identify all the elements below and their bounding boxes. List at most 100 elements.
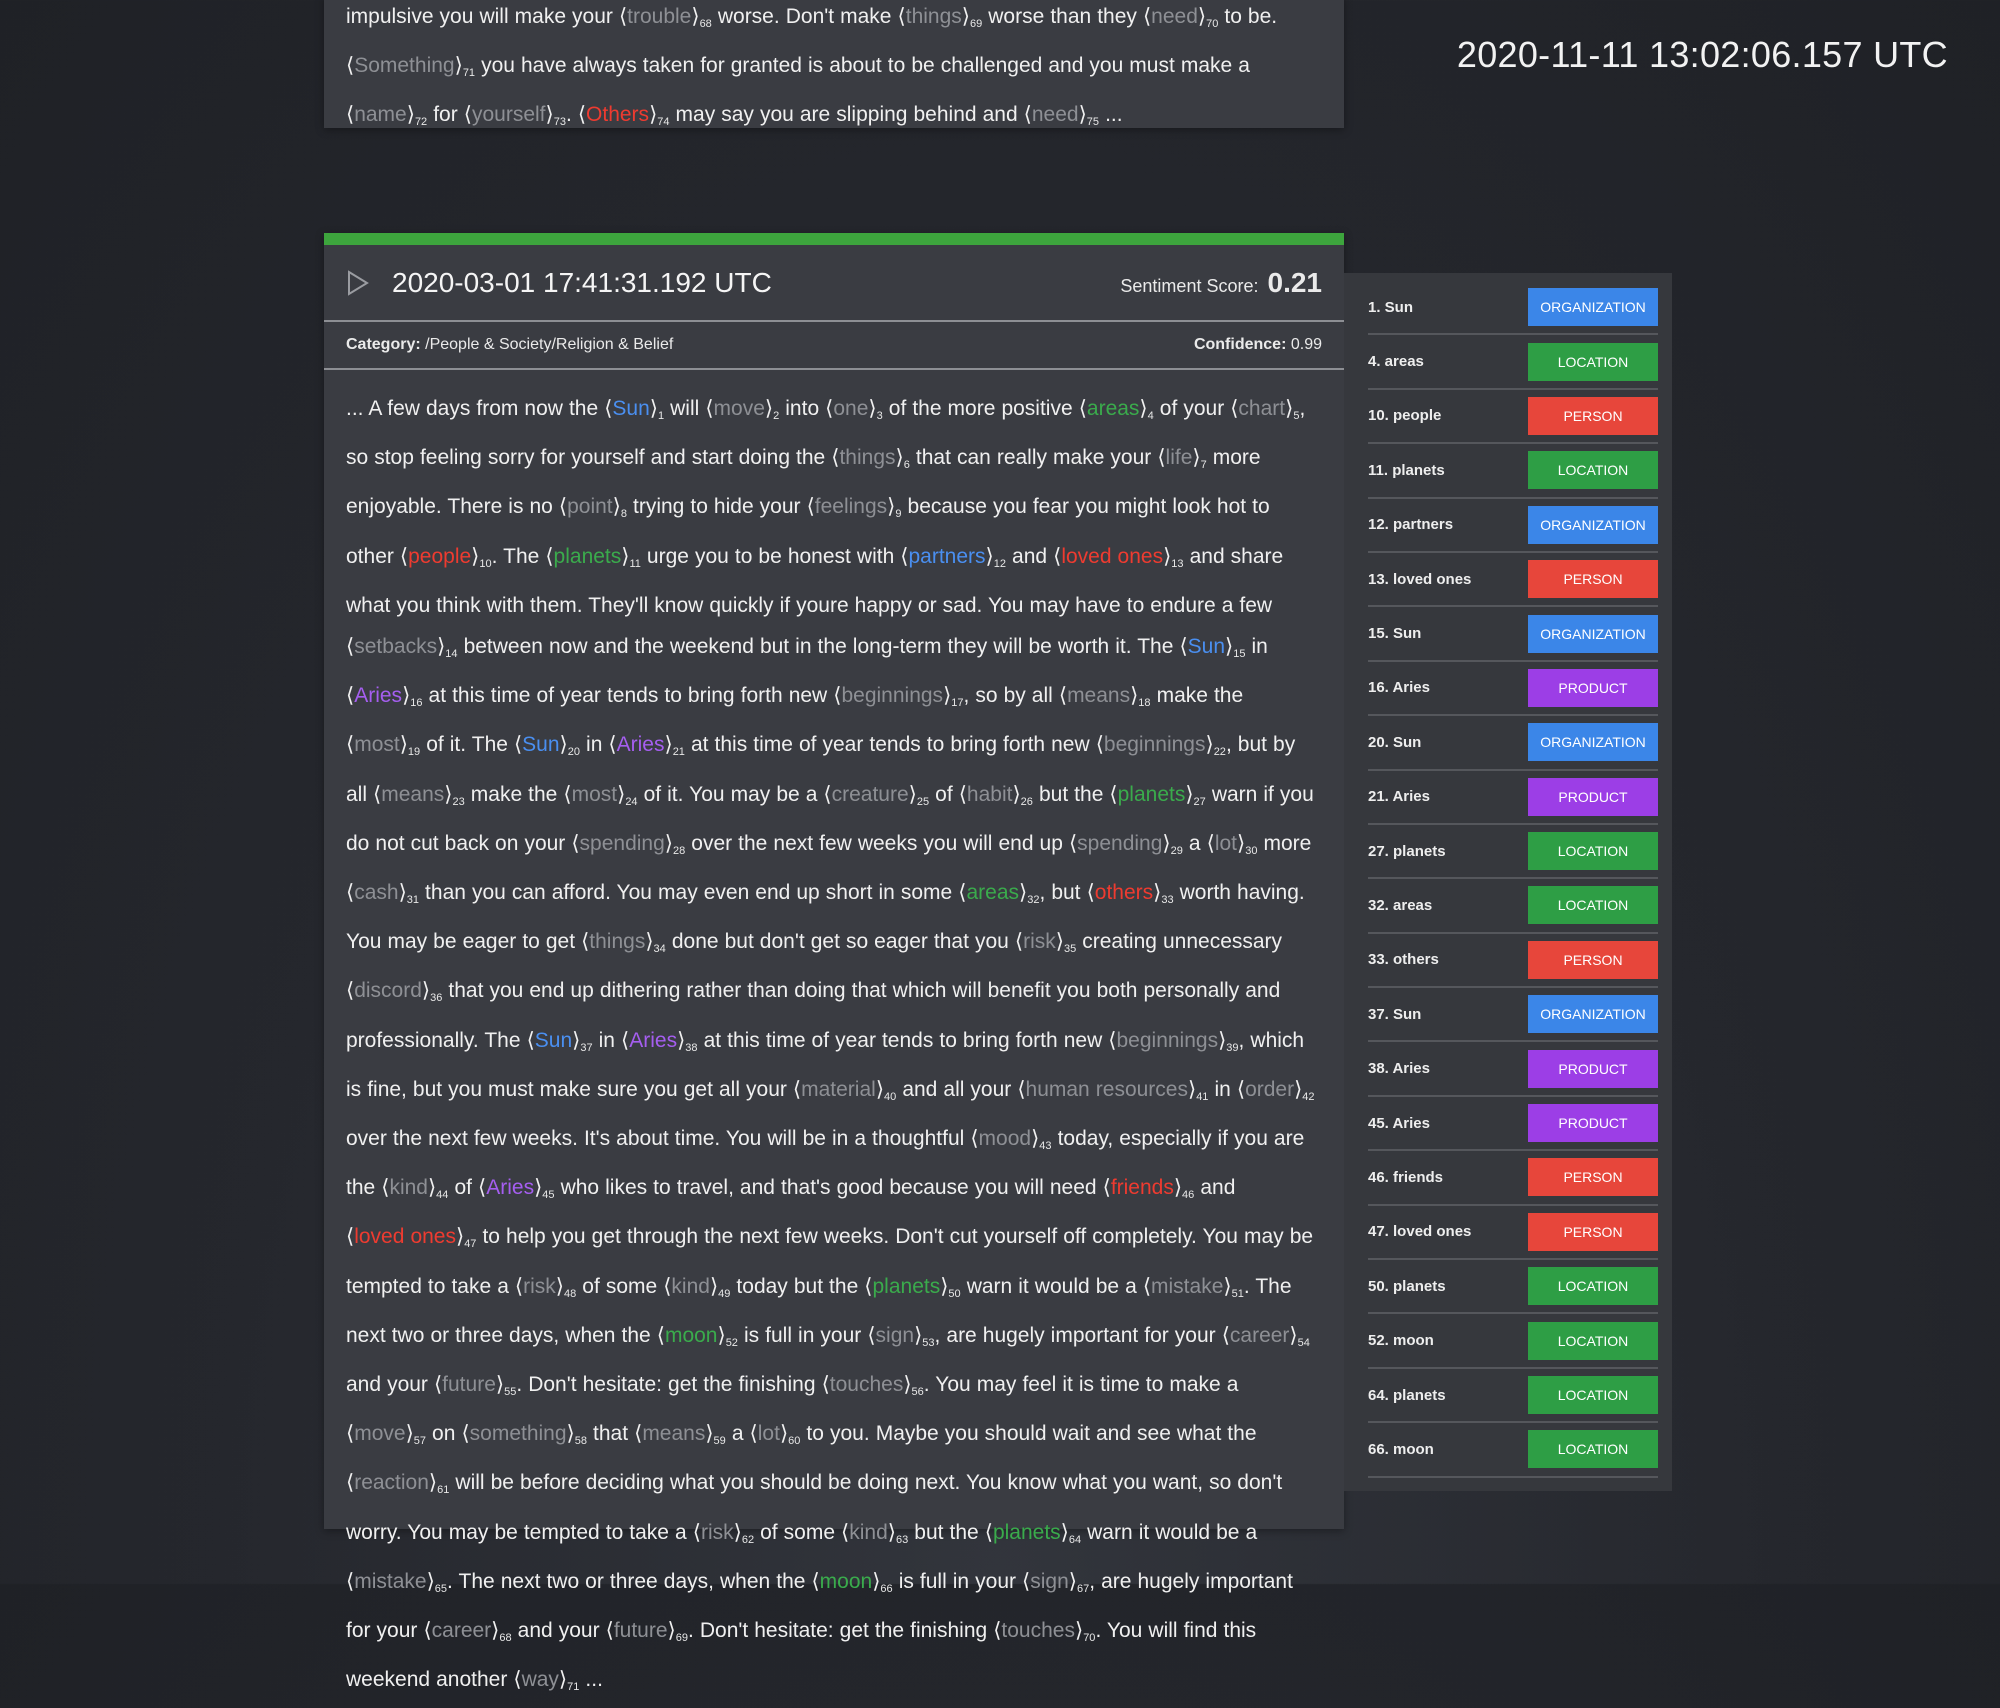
- entity-word: move: [713, 397, 765, 420]
- text-fragment: impulsive you will make your: [346, 5, 619, 28]
- entity-word: lot: [1214, 831, 1237, 855]
- entity-mention: ⟨loved ones⟩13: [1053, 544, 1184, 570]
- entity-word: kind: [389, 1176, 428, 1200]
- entity-type-badge: ORGANIZATION: [1528, 614, 1658, 653]
- entity-mention: ⟨means⟩23: [373, 782, 465, 808]
- entity-index: 75: [1086, 116, 1100, 129]
- entity-type-badge: PRODUCT: [1528, 1104, 1658, 1143]
- entity-index: 43: [1039, 1140, 1052, 1153]
- entity-index: 71: [567, 1681, 580, 1694]
- entity-row[interactable]: 64. planets LOCATION: [1368, 1369, 1658, 1424]
- entity-word: risk: [700, 1520, 734, 1544]
- entity-index: 64: [1068, 1533, 1082, 1546]
- text-fragment: more: [1257, 831, 1312, 855]
- entity-word: need: [1151, 5, 1198, 28]
- entity-row[interactable]: 20. Sun ORGANIZATION: [1368, 716, 1658, 771]
- entity-row[interactable]: 13. loved ones PERSON: [1368, 553, 1658, 608]
- entity-row[interactable]: 52. moon LOCATION: [1368, 1314, 1658, 1369]
- entity-index: 68: [499, 1632, 512, 1645]
- entity-index: 25: [916, 795, 930, 808]
- confidence: Confidence: 0.99: [1194, 336, 1322, 354]
- text-fragment: is full in your: [737, 1323, 868, 1347]
- entity-index: 58: [574, 1435, 587, 1448]
- entity-word: Aries: [616, 733, 665, 757]
- entity-row[interactable]: 21. Aries PRODUCT: [1368, 771, 1658, 825]
- entity-index: 35: [1063, 943, 1077, 956]
- entry-text: ... A few days from now the ⟨Sun⟩1 will …: [324, 370, 1344, 1708]
- entity-mention: ⟨beginnings⟩17: [833, 684, 964, 710]
- entity-row[interactable]: 10. people PERSON: [1368, 390, 1658, 445]
- entity-label: 38. Aries: [1368, 1060, 1430, 1078]
- entity-label: 12. partners: [1368, 516, 1454, 534]
- entity-index: 18: [1138, 697, 1151, 710]
- entity-list: 1. Sun ORGANIZATION 4. areas LOCATION 10. pe…: [1344, 273, 1672, 1491]
- text-fragment: ...: [579, 1668, 603, 1692]
- entity-row[interactable]: 45. Aries PRODUCT: [1368, 1097, 1658, 1152]
- entity-mention: ⟨most⟩19: [346, 733, 421, 759]
- entity-mention: ⟨things⟩34: [581, 930, 666, 956]
- entity-word: touches: [829, 1373, 904, 1397]
- entity-mention: ⟨setbacks⟩14: [346, 635, 458, 661]
- text-fragment: . Don't hesitate: get the finishing: [687, 1619, 994, 1643]
- entity-index: 39: [1226, 1041, 1239, 1054]
- entity-mention: ⟨move⟩2: [705, 397, 780, 422]
- entity-mention: ⟨others⟩33: [1086, 881, 1174, 907]
- entity-word: loved ones: [354, 1225, 456, 1249]
- entity-type-badge: PRODUCT: [1528, 668, 1658, 707]
- entity-mention: ⟨Sun⟩37: [526, 1028, 593, 1054]
- text-fragment: warn it would be a: [1081, 1520, 1258, 1544]
- entity-row[interactable]: 16. Aries PRODUCT: [1368, 662, 1658, 717]
- entity-word: life: [1165, 446, 1193, 470]
- entity-row[interactable]: 33. others PERSON: [1368, 934, 1658, 989]
- entity-index: 21: [672, 746, 685, 759]
- entity-label: 4. areas: [1368, 353, 1424, 371]
- entity-row[interactable]: 47. loved ones PERSON: [1368, 1206, 1658, 1261]
- entity-word: kind: [671, 1274, 710, 1298]
- text-fragment: at this time of year tends to bring fort…: [684, 733, 1096, 757]
- entity-index: 62: [741, 1533, 755, 1546]
- entity-row[interactable]: 38. Aries PRODUCT: [1368, 1042, 1658, 1097]
- text-fragment: for: [427, 103, 464, 127]
- entity-row[interactable]: 46. friends PERSON: [1368, 1151, 1658, 1206]
- entity-word: sign: [1030, 1569, 1069, 1593]
- sentiment-bar: [324, 233, 1344, 245]
- sentiment-value: 0.21: [1267, 266, 1323, 298]
- entity-mention: ⟨reaction⟩61: [346, 1471, 450, 1497]
- entity-word: something: [469, 1422, 567, 1446]
- text-fragment: and: [1006, 544, 1054, 568]
- entity-index: 34: [653, 943, 666, 956]
- entity-word: one: [833, 397, 869, 420]
- entity-index: 69: [969, 18, 983, 30]
- entity-index: 46: [1182, 1189, 1195, 1202]
- entity-row[interactable]: 11. planets LOCATION: [1368, 444, 1658, 499]
- entity-mention: ⟨partners⟩12: [900, 544, 1006, 570]
- entity-index: 70: [1206, 18, 1219, 30]
- confidence-value: 0.99: [1290, 336, 1322, 353]
- play-icon[interactable]: [346, 269, 372, 296]
- entity-row[interactable]: 66. moon LOCATION: [1368, 1423, 1658, 1478]
- entity-mention: ⟨move⟩57: [346, 1422, 427, 1448]
- entity-row[interactable]: 27. planets LOCATION: [1368, 825, 1658, 880]
- entity-index: 70: [1083, 1632, 1096, 1645]
- entity-row[interactable]: 37. Sun ORGANIZATION: [1368, 988, 1658, 1043]
- entity-index: 71: [462, 67, 476, 80]
- entity-index: 22: [1213, 746, 1226, 759]
- entity-index: 41: [1196, 1090, 1209, 1103]
- entity-label: 64. planets: [1368, 1386, 1446, 1404]
- entity-mention: ⟨Sun⟩15: [1179, 635, 1246, 661]
- entity-row[interactable]: 50. planets LOCATION: [1368, 1260, 1658, 1315]
- entity-mention: ⟨trouble⟩68: [618, 5, 712, 30]
- entity-label: 66. moon: [1368, 1440, 1434, 1458]
- entity-type-badge: ORGANIZATION: [1528, 505, 1658, 544]
- entity-row[interactable]: 32. areas LOCATION: [1368, 879, 1658, 934]
- text-fragment: in: [580, 733, 609, 757]
- entity-word: beginnings: [1103, 733, 1206, 757]
- entity-mention: ⟨creature⟩25: [823, 782, 930, 808]
- entity-row[interactable]: 4. areas LOCATION: [1368, 335, 1658, 390]
- entity-row[interactable]: 1. Sun ORGANIZATION: [1368, 281, 1658, 336]
- entity-word: planets: [992, 1520, 1061, 1544]
- entity-row[interactable]: 12. partners ORGANIZATION: [1368, 499, 1658, 553]
- entity-type-badge: LOCATION: [1528, 832, 1658, 871]
- entity-row[interactable]: 15. Sun ORGANIZATION: [1368, 607, 1658, 662]
- entity-word: planets: [1117, 782, 1186, 806]
